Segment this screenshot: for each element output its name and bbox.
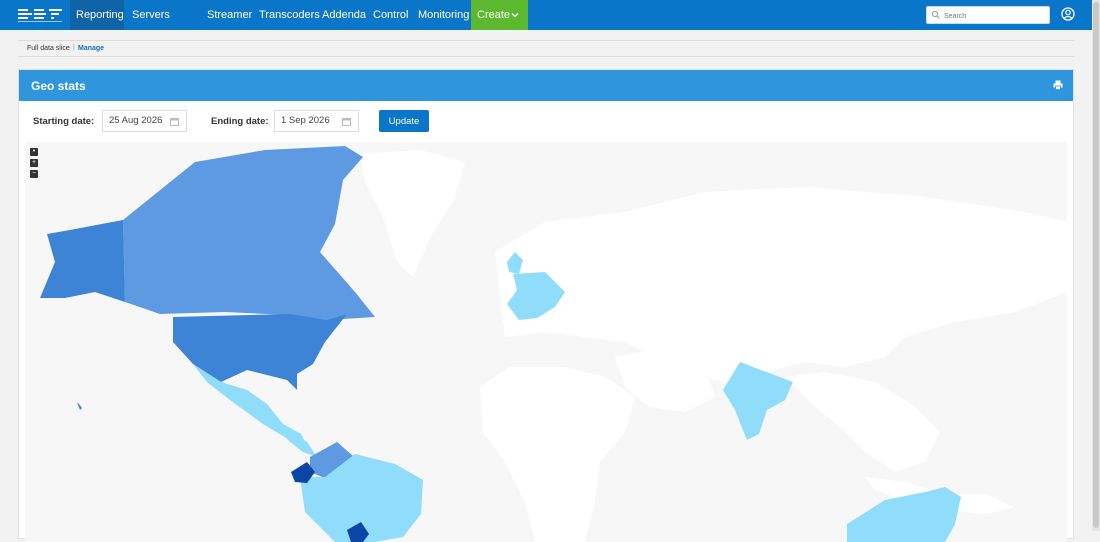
nav-transcoders[interactable]: Transcoders xyxy=(253,0,326,30)
greenland-land xyxy=(360,150,465,277)
central-america-region xyxy=(273,424,317,457)
breadcrumb-current: Full data slice xyxy=(27,45,70,52)
europe-russia-land xyxy=(495,187,1067,382)
canada-region xyxy=(123,146,375,320)
print-icon[interactable] xyxy=(1053,80,1063,90)
nav-create-button[interactable]: Create xyxy=(471,0,528,30)
africa-land xyxy=(480,367,635,542)
search-box[interactable] xyxy=(926,6,1050,24)
breadcrumb: Full data slice | Manage xyxy=(18,40,1074,57)
world-map-svg[interactable] xyxy=(25,142,1067,542)
nav-servers[interactable]: Servers xyxy=(126,0,176,30)
zoom-out-button[interactable]: − xyxy=(30,170,38,178)
starting-date-label: Starting date: xyxy=(33,116,95,127)
calendar-icon[interactable] xyxy=(170,117,179,126)
geo-stats-panel: Geo stats Starting date: Ending date: Up… xyxy=(18,69,1074,542)
page-title: Geo stats xyxy=(31,79,86,93)
india-region xyxy=(723,362,793,440)
nav-control[interactable]: Control xyxy=(367,0,414,30)
top-navbar: Reporting Servers Streamer Transcoders A… xyxy=(0,0,1092,30)
ending-date-field[interactable] xyxy=(274,110,359,132)
usa-region xyxy=(173,314,347,390)
nav-monitoring[interactable]: Monitoring xyxy=(412,0,475,30)
update-button[interactable]: Update xyxy=(379,110,429,132)
starting-date-input[interactable] xyxy=(109,115,167,126)
nav-addenda[interactable]: Addenda xyxy=(316,0,372,30)
panel-header: Geo stats xyxy=(19,70,1073,101)
breadcrumb-separator: | xyxy=(73,44,75,51)
hawaii-region xyxy=(77,402,82,410)
zoom-in-button[interactable]: + xyxy=(30,159,38,167)
user-account-icon[interactable] xyxy=(1061,7,1075,21)
breadcrumb-manage-link[interactable]: Manage xyxy=(78,45,104,52)
world-map[interactable]: • + − xyxy=(25,142,1067,542)
nav-reporting[interactable]: Reporting xyxy=(70,0,124,30)
alaska-region xyxy=(40,220,125,302)
chevron-down-icon xyxy=(511,13,519,18)
calendar-icon[interactable] xyxy=(342,117,351,126)
asia-land xyxy=(785,372,940,472)
page-scrollbar-thumb[interactable] xyxy=(1093,2,1099,528)
ending-date-input[interactable] xyxy=(281,115,339,126)
nav-streamer[interactable]: Streamer xyxy=(201,0,258,30)
zoom-reset-button[interactable]: • xyxy=(30,148,38,156)
search-input[interactable] xyxy=(942,8,1046,24)
ending-date-label: Ending date: xyxy=(211,116,269,127)
search-icon xyxy=(931,10,940,19)
logo[interactable] xyxy=(16,6,64,24)
nav-create-label: Create xyxy=(477,9,511,21)
starting-date-field[interactable] xyxy=(102,110,187,132)
